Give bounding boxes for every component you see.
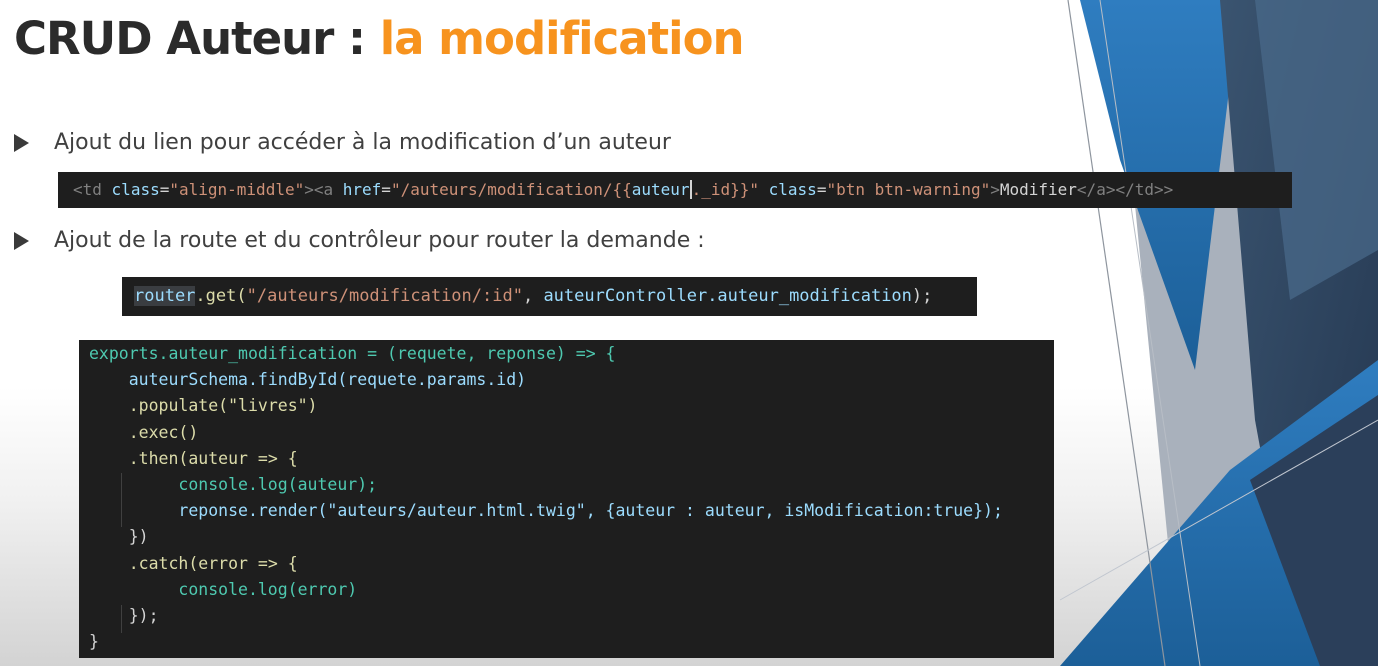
bullet-item-route: Ajout de la route et du contrôleur pour … xyxy=(14,228,705,253)
bullet-item-link: Ajout du lien pour accéder à la modifica… xyxy=(14,130,671,155)
template-variable: auteur xyxy=(631,180,690,199)
code-line: reponse.render("auteurs/auteur.html.twig… xyxy=(178,501,1003,521)
code-line: .catch(error => { xyxy=(128,553,298,573)
code-line: .exec() xyxy=(128,422,199,442)
code-line: .populate("livres") xyxy=(128,396,318,416)
code-line: exports.auteur_modification = (requete, … xyxy=(89,344,616,363)
code-line: console.log(auteur); xyxy=(178,475,378,495)
code-line: .then(auteur => { xyxy=(128,448,298,468)
code-line: auteurSchema.findById(requete.params.id) xyxy=(128,370,527,390)
code-block-html-template: <td class="align-middle"><a href="/auteu… xyxy=(58,172,1292,208)
slide-title: CRUD Auteur : la modification xyxy=(14,8,745,70)
code-line: } xyxy=(89,632,99,652)
code-line: }) xyxy=(128,527,149,547)
code-block-controller: exports.auteur_modification = (requete, … xyxy=(79,340,1054,658)
code-block-route: router.get("/auteurs/modification/:id", … xyxy=(122,277,977,316)
bullet-arrow-icon xyxy=(14,231,29,250)
title-main: CRUD Auteur : xyxy=(14,12,380,65)
bullet-text: Ajout du lien pour accéder à la modifica… xyxy=(54,130,671,155)
code-line: }); xyxy=(128,606,159,626)
title-accent: la modification xyxy=(379,12,745,65)
code-line: console.log(error) xyxy=(178,579,358,599)
bullet-text: Ajout de la route et du contrôleur pour … xyxy=(54,228,705,253)
bullet-arrow-icon xyxy=(14,133,29,152)
code-router-object: router xyxy=(134,286,196,306)
